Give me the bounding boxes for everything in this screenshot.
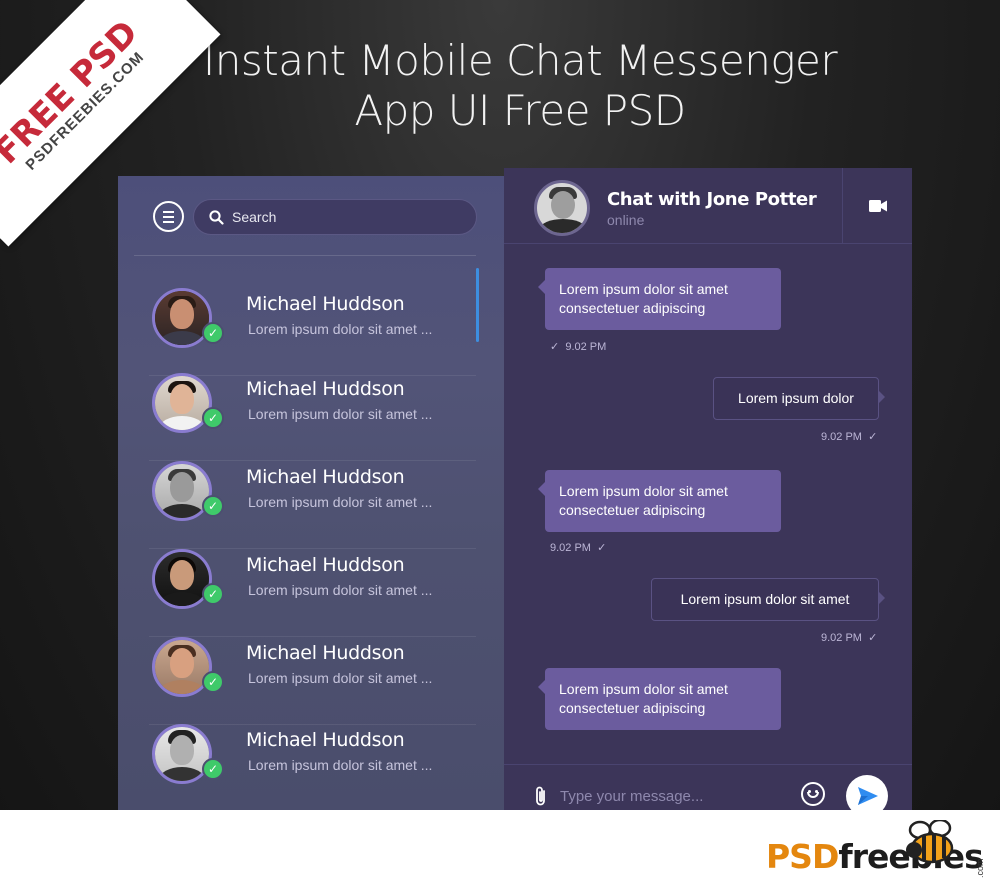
paperclip-icon[interactable]: [534, 785, 548, 807]
check-icon: ✓: [202, 407, 224, 429]
message-composer: [504, 764, 912, 810]
emoji-icon[interactable]: [801, 782, 825, 806]
message-bubble-incoming: Lorem ipsum dolor sit amet consectetuer …: [538, 268, 781, 330]
message-text: Lorem ipsum dolor sit amet: [559, 281, 728, 297]
message-time: 9.02 PM ✓: [550, 542, 607, 554]
contact-list-item[interactable]: ✓ Michael Huddson Lorem ipsum dolor sit …: [118, 288, 505, 376]
video-camera-icon[interactable]: [869, 200, 887, 212]
logo-text-psd: PSD: [766, 837, 839, 876]
message-bubble-incoming: Lorem ipsum dolor sit amet consectetuer …: [538, 470, 781, 532]
check-icon: ✓: [202, 758, 224, 780]
message-time: 9.02 PM ✓: [821, 431, 878, 443]
message-text: consectetuer adipiscing: [559, 700, 706, 716]
contact-name: Michael Huddson: [246, 378, 405, 400]
menu-icon: [163, 211, 174, 213]
logo-suffix: .com: [975, 858, 985, 878]
check-icon: ✓: [202, 671, 224, 693]
contact-preview: Lorem ipsum dolor sit amet ...: [248, 757, 433, 773]
menu-button[interactable]: [153, 201, 184, 232]
message-time-text: 9.02 PM: [550, 542, 591, 554]
message-bubble-outgoing: Lorem ipsum dolor sit amet: [651, 578, 885, 621]
contact-list-item[interactable]: ✓ Michael Huddson Lorem ipsum dolor sit …: [118, 724, 505, 810]
contact-name: Michael Huddson: [246, 729, 405, 751]
check-icon: ✓: [202, 495, 224, 517]
avatar[interactable]: [534, 180, 590, 236]
search-icon: [209, 210, 224, 225]
contact-name: Michael Huddson: [246, 466, 405, 488]
message-text: Lorem ipsum dolor sit amet: [680, 591, 850, 607]
contact-name: Michael Huddson: [246, 642, 405, 664]
message-time: ✓ 9.02 PM: [550, 341, 607, 353]
message-text: consectetuer adipiscing: [559, 502, 706, 518]
message-text: consectetuer adipiscing: [559, 300, 706, 316]
contact-list-item[interactable]: ✓ Michael Huddson Lorem ipsum dolor sit …: [118, 549, 505, 637]
send-icon: [858, 787, 878, 805]
menu-icon-bar: [163, 216, 174, 218]
contact-preview: Lorem ipsum dolor sit amet ...: [248, 582, 433, 598]
chat-header: Chat with Jone Potter online: [504, 168, 912, 244]
message-time: 9.02 PM ✓: [821, 632, 878, 644]
contact-preview: Lorem ipsum dolor sit amet ...: [248, 321, 433, 337]
contact-name: Michael Huddson: [246, 293, 405, 315]
chat-status: online: [607, 212, 645, 228]
search-placeholder: Search: [232, 209, 277, 225]
contact-preview: Lorem ipsum dolor sit amet ...: [248, 670, 433, 686]
contact-list-item[interactable]: ✓ Michael Huddson Lorem ipsum dolor sit …: [118, 637, 505, 725]
divider: [134, 255, 476, 256]
contact-preview: Lorem ipsum dolor sit amet ...: [248, 494, 433, 510]
message-time-text: 9.02 PM: [565, 341, 607, 353]
message-bubble-outgoing: Lorem ipsum dolor: [713, 377, 885, 420]
contacts-panel: Search ✓ Michael Huddson Lorem ipsum dol…: [118, 176, 505, 810]
footer: PSDfreebies .com: [0, 810, 1000, 894]
contact-list-item[interactable]: ✓ Michael Huddson Lorem ipsum dolor sit …: [118, 373, 505, 461]
message-bubble-incoming: Lorem ipsum dolor sit amet consectetuer …: [538, 668, 781, 730]
message-text: Lorem ipsum dolor sit amet: [559, 483, 728, 499]
check-icon: ✓: [202, 322, 224, 344]
search-input[interactable]: Search: [193, 199, 477, 235]
contact-list-item[interactable]: ✓ Michael Huddson Lorem ipsum dolor sit …: [118, 461, 505, 549]
chat-title: Chat with Jone Potter: [607, 189, 817, 210]
message-text: Lorem ipsum dolor sit amet: [559, 681, 728, 697]
send-button[interactable]: [846, 775, 888, 810]
message-time-text: 9.02 PM: [821, 632, 862, 644]
divider: [842, 168, 843, 243]
bee-logo-icon: [906, 820, 954, 864]
contact-name: Michael Huddson: [246, 554, 405, 576]
message-time-text: 9.02 PM: [821, 431, 862, 443]
menu-icon-bar: [163, 221, 174, 223]
check-icon: ✓: [202, 583, 224, 605]
chat-panel: Chat with Jone Potter online Lorem ipsum…: [504, 168, 912, 810]
message-input[interactable]: [558, 783, 782, 809]
message-text: Lorem ipsum dolor: [738, 390, 854, 406]
contact-preview: Lorem ipsum dolor sit amet ...: [248, 406, 433, 422]
